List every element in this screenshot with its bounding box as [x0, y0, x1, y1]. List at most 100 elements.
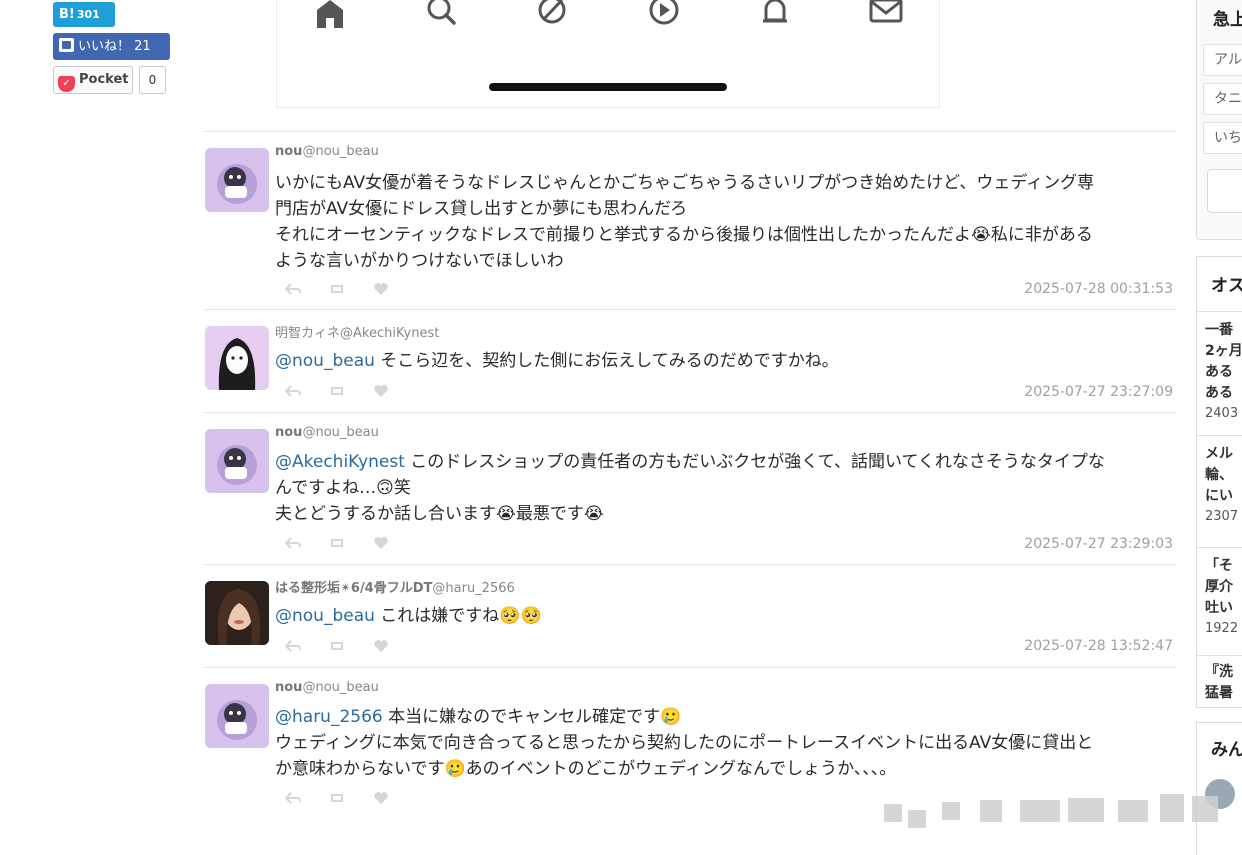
- trending-tab[interactable]: いち: [1203, 122, 1242, 154]
- recommended-entry[interactable]: 「そ 厚介 吐い 1922: [1197, 547, 1242, 651]
- recommended-entry[interactable]: メル 輪、 にい 2307: [1197, 435, 1242, 539]
- pocket-icon: ✓: [58, 76, 75, 92]
- explore-icon: [535, 0, 569, 30]
- tweet-text: @nou_beau そこら辺を、契約した側にお伝えしてみるのだめですかね。: [275, 348, 1175, 374]
- tweet-line-text: このドレスショップの責任者の方もだいぶクセが強くて、話聞いてくれなさそうなタイプ…: [404, 452, 1105, 472]
- tweet-card: nou@nou_beau いかにもAV女優が着そうなドレスじゃんとかごちゃごちゃ…: [204, 131, 1176, 309]
- pocket-button[interactable]: ✓ Pocket: [53, 66, 133, 94]
- thumbs-up-icon: [59, 38, 74, 52]
- facebook-like-button[interactable]: いいね！ 21: [53, 33, 170, 60]
- play-icon: [647, 0, 681, 30]
- recommended-entry[interactable]: 一番 2ヶ月 ある ある 2403: [1197, 311, 1242, 429]
- mention-link[interactable]: @nou_beau: [275, 606, 375, 626]
- entry-line: 一番: [1205, 322, 1233, 338]
- hatena-count: 301: [76, 8, 100, 21]
- entry-line: ある: [1205, 385, 1233, 401]
- tweet-line: んですよね…🙃笑: [275, 478, 411, 498]
- author-name: nou: [275, 680, 303, 695]
- mention-link[interactable]: @haru_2566: [275, 707, 383, 727]
- author-handle: @nou_beau: [302, 144, 379, 159]
- tweet-text: @nou_beau これは嫌ですね🥺🥺: [275, 603, 1175, 629]
- recommended-box: オス 一番 2ヶ月 ある ある 2403 メル 輪、 にい 2307 「そ 厚介…: [1196, 256, 1242, 708]
- trending-tab[interactable]: アル: [1203, 44, 1242, 76]
- avatar[interactable]: [205, 684, 269, 748]
- tweet-line-text: これは嫌ですね🥺🥺: [374, 606, 542, 626]
- reply-icon[interactable]: [284, 280, 302, 298]
- retweet-icon[interactable]: [328, 789, 346, 807]
- tweet-author: nou@nou_beau: [275, 144, 379, 159]
- reply-icon[interactable]: [284, 637, 302, 655]
- like-icon[interactable]: [372, 637, 390, 655]
- avatar[interactable]: [205, 429, 269, 493]
- retweet-icon[interactable]: [328, 382, 346, 400]
- pocket-count: 0: [139, 66, 166, 94]
- reply-icon[interactable]: [284, 534, 302, 552]
- facebook-count: 21: [134, 39, 151, 54]
- tweet-author: nou@nou_beau: [275, 425, 379, 440]
- like-icon[interactable]: [372, 534, 390, 552]
- like-icon[interactable]: [372, 382, 390, 400]
- hatena-label: B!: [59, 7, 75, 22]
- retweet-icon[interactable]: [328, 534, 346, 552]
- trending-tab[interactable]: タニ: [1203, 83, 1242, 115]
- recommended-entry[interactable]: 『洗 猛暑: [1197, 655, 1242, 715]
- tweet-author: nou@nou_beau: [275, 680, 379, 695]
- like-icon[interactable]: [372, 789, 390, 807]
- right-sidebar: 急上 アル タニ いち オス 一番 2ヶ月 ある ある 2403 メル 輪、 に…: [1194, 0, 1242, 855]
- mail-icon: [869, 0, 903, 30]
- tweet-line: 門店がAV女優にドレス貸し出すとか夢にも思わんだろ: [275, 199, 688, 219]
- entry-count: 2403: [1205, 406, 1239, 421]
- more-button[interactable]: [1207, 169, 1242, 213]
- entry-count: 2307: [1205, 509, 1239, 524]
- tweet-line: いかにもAV女優が着そうなドレスじゃんとかごちゃごちゃうるさいリプがつき始めたけ…: [275, 173, 1095, 193]
- author-name: はる整形垢✴︎6/4骨フルDT: [275, 581, 433, 596]
- trending-box: 急上 アル タニ いち: [1196, 0, 1242, 240]
- tweet-actions: [284, 534, 390, 552]
- reply-icon[interactable]: [284, 382, 302, 400]
- tweet-line: それにオーセンティックなドレスで前撮りと挙式するから後撮りは個性出したかったんだ…: [275, 225, 1093, 245]
- entry-line: 『洗: [1205, 664, 1233, 680]
- retweet-icon[interactable]: [328, 280, 346, 298]
- tweet-timestamp[interactable]: 2025-07-27 23:29:03: [1024, 536, 1173, 552]
- tweet-text: @haru_2566 本当に嫌なのでキャンセル確定です🥲 ウェディングに本気で向…: [275, 704, 1175, 782]
- reply-icon[interactable]: [284, 789, 302, 807]
- tweet-line: @nou_beau そこら辺を、契約した側にお伝えしてみるのだめですかね。: [275, 348, 1175, 374]
- mention-link[interactable]: @AkechiKynest: [275, 452, 405, 472]
- tweet-card: 明智カィネ@AkechiKynest @nou_beau そこら辺を、契約した側…: [204, 309, 1176, 412]
- entry-line: ある: [1205, 364, 1233, 380]
- author-handle: @AkechiKynest: [340, 326, 440, 341]
- tweet-line: @AkechiKynest このドレスショップの責任者の方もだいぶクセが強くて、…: [275, 449, 1175, 475]
- mention-link[interactable]: @nou_beau: [275, 351, 375, 371]
- tweet-timestamp[interactable]: 2025-07-28 13:52:47: [1024, 638, 1173, 654]
- hatena-bookmark-button[interactable]: B! 301: [53, 2, 115, 27]
- like-icon[interactable]: [372, 280, 390, 298]
- facebook-label: いいね！: [78, 39, 131, 54]
- phone-nav-bar: [313, 0, 903, 30]
- avatar[interactable]: [205, 326, 269, 390]
- retweet-icon[interactable]: [328, 637, 346, 655]
- community-title: みん: [1211, 740, 1242, 760]
- tweet-text: いかにもAV女優が着そうなドレスじゃんとかごちゃごちゃうるさいリプがつき始めたけ…: [275, 170, 1175, 274]
- trending-title: 急上: [1213, 10, 1242, 30]
- entry-line: 「そ: [1205, 558, 1233, 574]
- entry-line: 厚介: [1205, 579, 1233, 595]
- tweet-line: ような言いがかりつけないでほしいわ: [275, 251, 564, 271]
- entry-line: にい: [1205, 488, 1233, 504]
- tweet-line-text: 本当に嫌なのでキャンセル確定です🥲: [382, 707, 682, 727]
- author-name: nou: [275, 425, 303, 440]
- tweet-actions: [284, 789, 390, 807]
- tweet-actions: [284, 280, 390, 298]
- tweet-line: @nou_beau これは嫌ですね🥺🥺: [275, 603, 1175, 629]
- tweet-timestamp[interactable]: 2025-07-28 00:31:53: [1024, 281, 1173, 297]
- avatar[interactable]: [205, 148, 269, 212]
- tweet-card: nou@nou_beau @AkechiKynest このドレスショップの責任者…: [204, 412, 1176, 564]
- author-handle: @nou_beau: [302, 425, 379, 440]
- recommended-title: オス: [1211, 276, 1242, 296]
- home-icon: [313, 0, 347, 30]
- entry-count: 1922: [1205, 621, 1239, 636]
- avatar[interactable]: [205, 581, 269, 645]
- home-indicator: [489, 83, 727, 91]
- tweet-timestamp[interactable]: 2025-07-27 23:27:09: [1024, 384, 1173, 400]
- author-handle: @haru_2566: [432, 581, 515, 596]
- tweet-line: か意味わからないです🥲あのイベントのどこがウェディングなんでしょうか、、、。: [275, 759, 897, 779]
